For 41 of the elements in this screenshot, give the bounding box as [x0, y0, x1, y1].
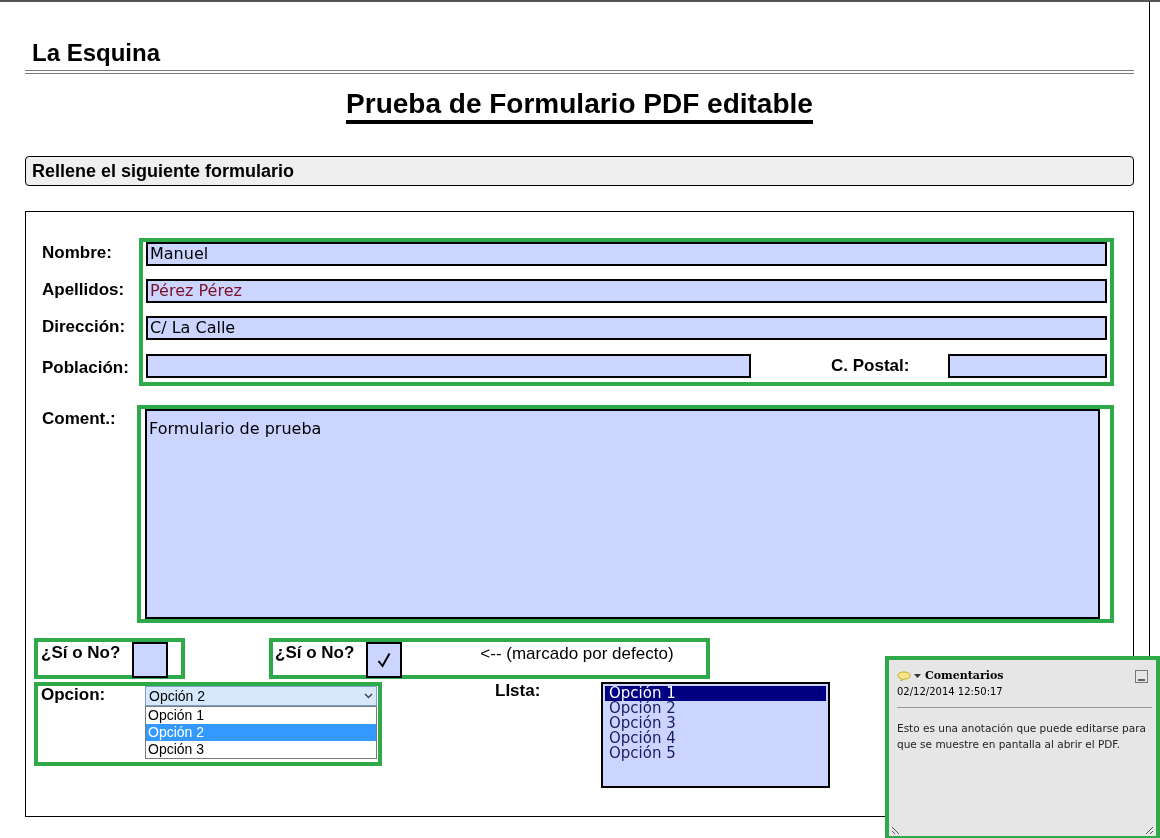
checkmark-icon: [377, 652, 392, 668]
field-label: Dirección:: [42, 316, 126, 338]
list-option[interactable]: Opción 4: [605, 731, 826, 746]
text-field[interactable]: Manuel: [146, 242, 1107, 266]
checkbox[interactable]: [366, 642, 403, 678]
page-title: Prueba de Formulario PDF editable: [346, 88, 813, 124]
text-field[interactable]: Pérez Pérez: [146, 279, 1107, 303]
text-field[interactable]: C/ La Calle: [146, 316, 1107, 340]
dropdown-label: Opcion:: [41, 686, 107, 704]
section-heading: Rellene el siguiente formulario: [25, 156, 1134, 186]
chevron-icon: [364, 693, 373, 699]
resize-grip-icon[interactable]: [891, 826, 900, 835]
dropdown-option[interactable]: Opción 3: [146, 741, 376, 758]
resize-grip-icon[interactable]: [1145, 826, 1154, 835]
text-field[interactable]: [948, 353, 1107, 378]
field-label: Apellidos:: [42, 279, 125, 301]
comment-field[interactable]: Formulario de prueba: [145, 409, 1100, 619]
list-option[interactable]: Opción 1: [605, 686, 826, 701]
list-option[interactable]: Opción 2: [605, 701, 826, 716]
site-name: La Esquina: [32, 38, 161, 68]
field-label: Nombre:: [42, 242, 112, 264]
field-label: C. Postal:: [831, 355, 910, 377]
caret-icon[interactable]: [914, 674, 921, 679]
checkbox-label: ¿Sí o No?: [41, 642, 121, 664]
popup-title: Comentarios: [925, 668, 1004, 684]
listbox[interactable]: Opción 1 Opción 2 Opción 3 Opción 4 Opción 5: [601, 682, 830, 788]
checkbox-label: ¿Sí o No?: [275, 642, 355, 664]
dropdown[interactable]: Opción 2: [145, 686, 377, 706]
list-option[interactable]: Opción 5: [605, 746, 826, 761]
popup-date: 02/12/2014 12:50:17: [897, 684, 1003, 699]
field-label: Población:: [42, 357, 129, 379]
checkbox[interactable]: [132, 642, 169, 678]
minimize-icon[interactable]: [1135, 669, 1148, 683]
speech-bubble-icon: [897, 670, 911, 682]
listbox-label: LIsta:: [495, 682, 542, 702]
note-text: <-- (marcado por defecto): [480, 643, 674, 665]
popup-text: Esto es una anotación que puede editarse para que se muestre en pantalla al abrir el PDF.: [897, 720, 1147, 752]
dropdown-option[interactable]: Opción 1: [146, 707, 376, 724]
list-option[interactable]: Opción 3: [605, 716, 826, 731]
text-field[interactable]: [146, 353, 751, 378]
field-label: Coment.:: [42, 408, 117, 430]
